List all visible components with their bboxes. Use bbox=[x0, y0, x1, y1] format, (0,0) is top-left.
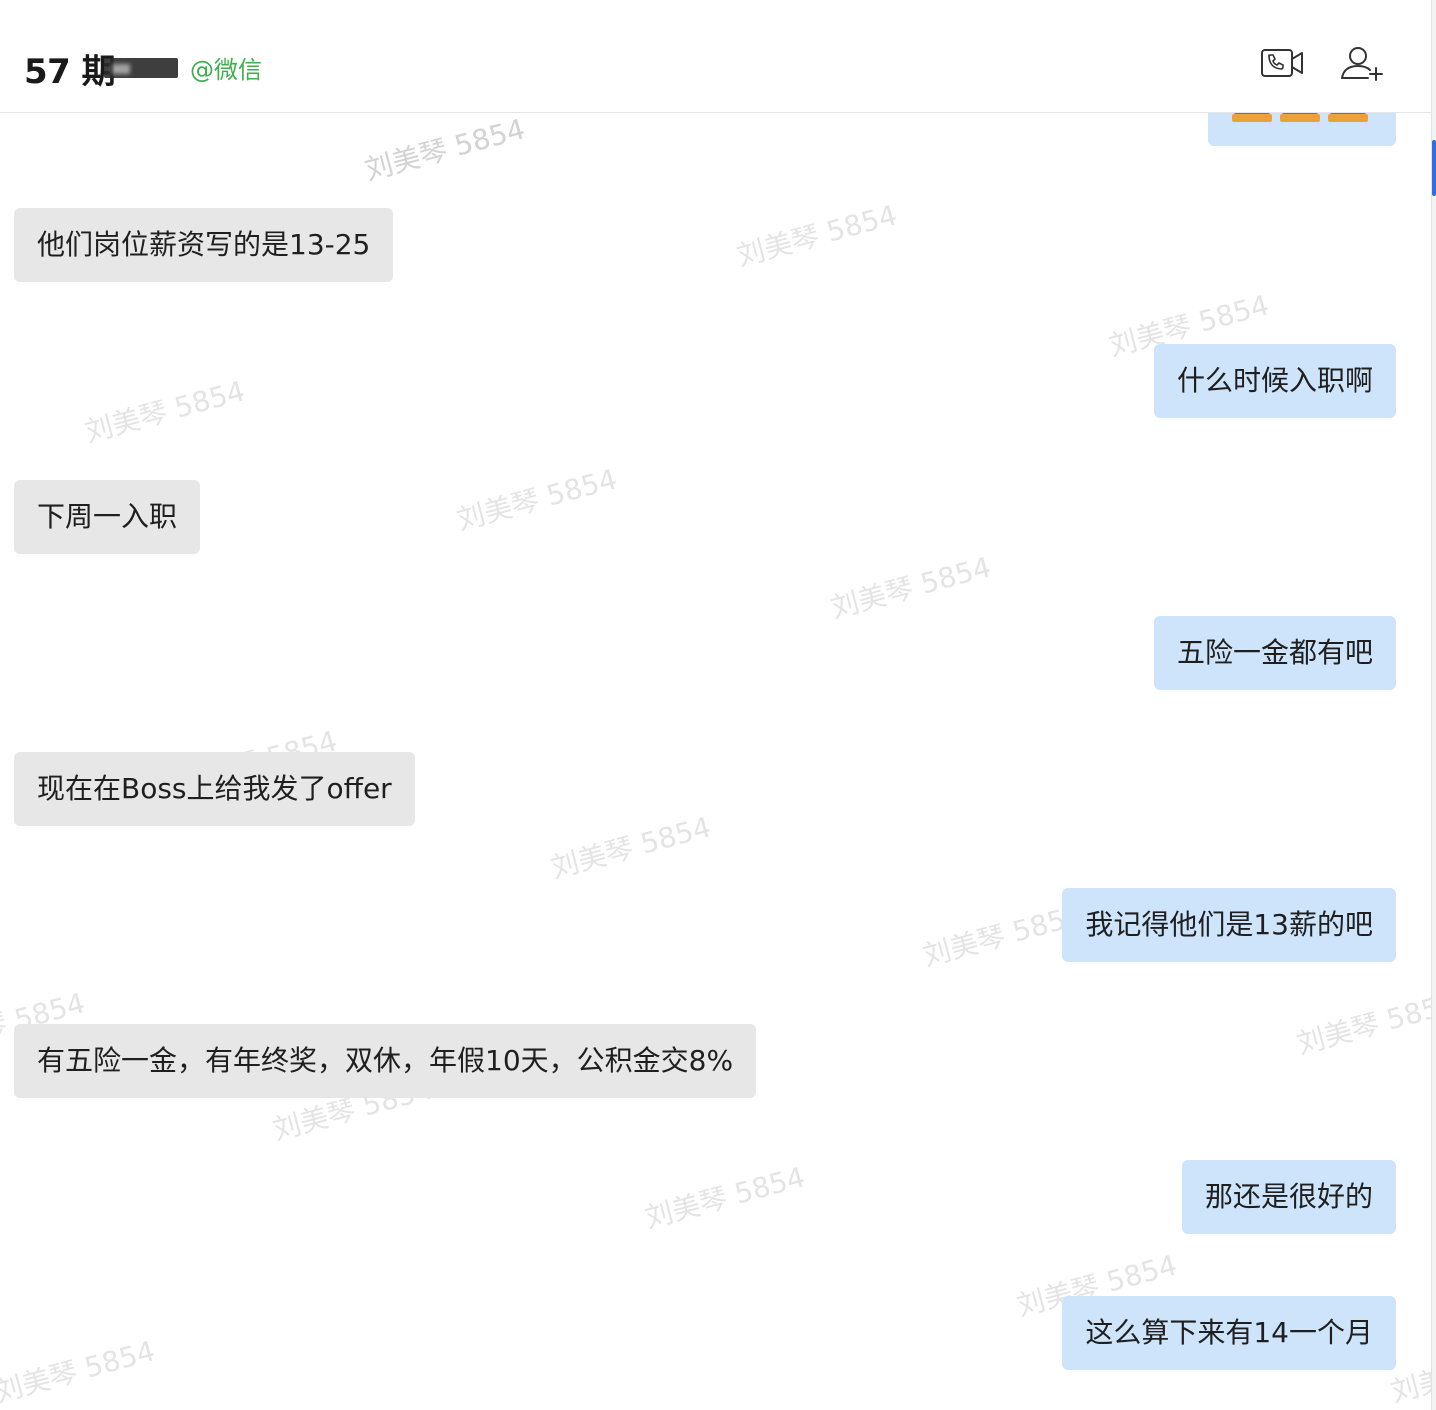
message-bubble-outgoing[interactable]: 那还是很好的 bbox=[1181, 1160, 1396, 1234]
add-member-icon bbox=[1341, 47, 1383, 81]
add-member-button[interactable] bbox=[1338, 40, 1386, 86]
video-call-icon bbox=[1261, 49, 1303, 77]
scrollbar-track[interactable] bbox=[1431, 0, 1436, 1410]
message-bubble-incoming[interactable]: 他们岗位薪资写的是13-25 bbox=[14, 208, 394, 282]
message-bubble-outgoing[interactable]: 我记得他们是13薪的吧 bbox=[1062, 888, 1396, 962]
message-list[interactable]: 他们岗位薪资写的是13-25 什么时候入职啊 下周一入职 五险一金都有吧 现在在… bbox=[0, 0, 1432, 1410]
chat-header: 57 期 @微信 bbox=[0, 0, 1432, 113]
scrollbar-thumb[interactable] bbox=[1432, 140, 1436, 196]
video-call-button[interactable] bbox=[1258, 40, 1306, 86]
message-bubble-incoming[interactable]: 现在在Boss上给我发了offer bbox=[14, 752, 415, 826]
source-label: @微信 bbox=[190, 56, 262, 84]
message-bubble-outgoing[interactable]: 什么时候入职啊 bbox=[1153, 344, 1396, 418]
message-bubble-incoming[interactable]: 下周一入职 bbox=[14, 480, 201, 554]
chat-title: 57 期 bbox=[24, 52, 116, 92]
chat-window: 刘美琴 5854 刘美琴 5854 刘美琴 5854 刘美琴 5854 刘美琴 … bbox=[0, 0, 1436, 1410]
message-bubble-incoming[interactable]: 有五险一金，有年终奖，双休，年假10天，公积金交8% bbox=[14, 1024, 757, 1098]
message-bubble-outgoing[interactable]: 五险一金都有吧 bbox=[1153, 616, 1396, 690]
message-bubble-outgoing[interactable]: 这么算下来有14一个月 bbox=[1062, 1296, 1396, 1370]
redacted-name bbox=[104, 58, 178, 78]
